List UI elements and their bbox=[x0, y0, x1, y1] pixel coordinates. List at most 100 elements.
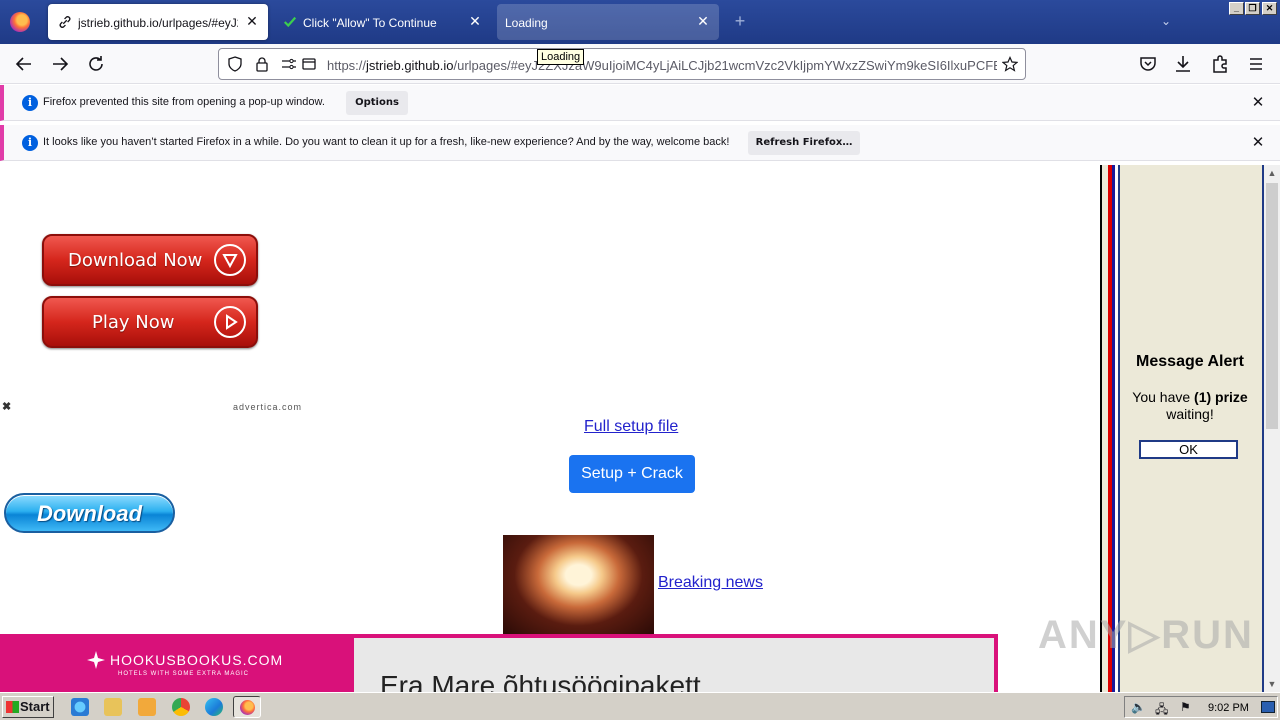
alert-title: Message Alert bbox=[1136, 353, 1244, 370]
ad-close-icon[interactable]: ✖ bbox=[2, 400, 11, 413]
tab-label: Loading bbox=[505, 16, 548, 30]
download-icon bbox=[1176, 56, 1190, 72]
page-icon[interactable] bbox=[301, 56, 317, 72]
refresh-firefox-notification: i It looks like you haven’t started Fire… bbox=[0, 125, 1280, 161]
reload-icon bbox=[89, 56, 103, 71]
ad-content: Era Mare õhtusöögipakett bbox=[354, 638, 994, 692]
tab-close-icon[interactable]: ✕ bbox=[695, 13, 711, 29]
taskbar-clock: 9:02 PM bbox=[1208, 702, 1249, 714]
tab-close-icon[interactable]: ✕ bbox=[244, 13, 260, 29]
alert-ok-button[interactable]: OK bbox=[1139, 440, 1238, 459]
hookusbookus-logo-icon bbox=[87, 651, 105, 669]
tab-urlpages[interactable]: jstrieb.github.io/urlpages/#eyJ2Z ✕ bbox=[48, 4, 268, 40]
refresh-firefox-button[interactable]: Refresh Firefox… bbox=[748, 131, 860, 155]
tab-label: jstrieb.github.io/urlpages/#eyJ2Z bbox=[78, 16, 238, 30]
blue-download-label: Download bbox=[36, 501, 143, 526]
network-icon[interactable]: 🖧 bbox=[1155, 700, 1168, 721]
notification-text: It looks like you haven’t started Firefo… bbox=[43, 136, 730, 148]
chrome-icon[interactable] bbox=[172, 698, 190, 716]
page-scrollbar[interactable]: ▲ ▼ bbox=[1264, 165, 1280, 692]
volume-icon[interactable]: 🔈 bbox=[1131, 700, 1146, 714]
ad-brand: HOOKUSBOOKUS.COM bbox=[110, 652, 284, 668]
checkmark-icon bbox=[283, 16, 297, 28]
list-all-tabs-icon[interactable]: ⌄ bbox=[1157, 14, 1175, 30]
download-now-button[interactable]: Download Now bbox=[42, 234, 258, 286]
hotel-ad-banner[interactable]: HOOKUSBOOKUS.COM HOTELS WITH SOME EXTRA … bbox=[0, 634, 998, 692]
loading-tooltip: Loading bbox=[537, 49, 585, 65]
tab-click-allow[interactable]: Click "Allow" To Continue ✕ bbox=[273, 4, 491, 40]
triangle-down-icon bbox=[214, 244, 246, 276]
extensions-button[interactable] bbox=[1208, 52, 1232, 76]
ad-tagline: HOTELS WITH SOME EXTRA MAGIC bbox=[118, 671, 250, 677]
setup-crack-button[interactable]: Setup + Crack bbox=[569, 455, 695, 493]
blue-download-button[interactable]: Download bbox=[4, 493, 175, 533]
url-path: /urlpages/#eyJ2ZXJzaW9uIjoiMC4yLjAiLCJjb… bbox=[453, 58, 997, 73]
info-icon: i bbox=[22, 95, 38, 111]
page-content: Download Now Play Now ✖ advertica.com Fu… bbox=[0, 165, 1100, 692]
minimize-button[interactable]: _ bbox=[1229, 2, 1244, 15]
explosion-image[interactable] bbox=[503, 535, 654, 635]
firefox-taskbar-button[interactable] bbox=[233, 696, 261, 718]
media-player-icon[interactable] bbox=[138, 698, 156, 716]
play-now-button[interactable]: Play Now bbox=[42, 296, 258, 348]
alert-text-bold: (1) prize bbox=[1194, 389, 1248, 405]
forward-button[interactable] bbox=[48, 52, 72, 76]
reload-button[interactable] bbox=[84, 52, 108, 76]
navigation-toolbar: https://jstrieb.github.io/urlpages/#eyJ2… bbox=[0, 44, 1280, 84]
flag-icon[interactable]: ⚑ bbox=[1180, 700, 1191, 714]
info-icon: i bbox=[22, 135, 38, 151]
url-host: jstrieb.github.io bbox=[366, 58, 454, 73]
firefox-logo-icon[interactable] bbox=[10, 12, 30, 32]
app-menu-button[interactable] bbox=[1244, 52, 1268, 76]
link-icon bbox=[59, 16, 71, 28]
advertica-label: advertica.com bbox=[233, 402, 303, 412]
tracking-protection-shield-icon[interactable] bbox=[227, 56, 243, 72]
close-notification-icon[interactable]: ✕ bbox=[1250, 95, 1266, 111]
edge-icon[interactable] bbox=[205, 698, 223, 716]
show-desktop-icon[interactable] bbox=[1261, 701, 1275, 713]
bookmark-star-icon[interactable] bbox=[1002, 56, 1018, 72]
close-window-button[interactable]: ✕ bbox=[1262, 2, 1277, 15]
system-tray: 🔈 🖧 ⚑ bbox=[1124, 696, 1278, 718]
alert-text-suffix: waiting! bbox=[1166, 406, 1214, 422]
file-explorer-icon[interactable] bbox=[104, 698, 122, 716]
ad-headline: Era Mare õhtusöögipakett bbox=[380, 670, 701, 692]
scroll-up-icon[interactable]: ▲ bbox=[1264, 165, 1280, 181]
scroll-down-icon[interactable]: ▼ bbox=[1264, 676, 1280, 692]
new-tab-button[interactable]: + bbox=[730, 12, 750, 32]
close-notification-icon[interactable]: ✕ bbox=[1250, 135, 1266, 151]
pocket-button[interactable] bbox=[1136, 52, 1160, 76]
back-button[interactable] bbox=[12, 52, 36, 76]
anyrun-watermark: ANY▷RUN bbox=[1038, 613, 1254, 657]
pocket-icon bbox=[1140, 57, 1156, 71]
url-bar[interactable]: https://jstrieb.github.io/urlpages/#eyJ2… bbox=[218, 48, 1026, 80]
start-label: Start bbox=[20, 699, 50, 714]
firefox-icon bbox=[240, 700, 255, 715]
download-now-label: Download Now bbox=[68, 250, 203, 271]
notification-text: Firefox prevented this site from opening… bbox=[43, 96, 325, 108]
full-setup-file-link[interactable]: Full setup file bbox=[584, 418, 678, 436]
internet-explorer-icon[interactable] bbox=[71, 698, 89, 716]
play-icon bbox=[214, 306, 246, 338]
alert-message: You have (1) prize waiting! bbox=[1122, 389, 1258, 423]
start-button[interactable]: Start bbox=[2, 696, 54, 718]
lock-icon[interactable] bbox=[254, 56, 270, 72]
windows-taskbar: Start 🔈 🖧 ⚑ 9:02 PM bbox=[0, 692, 1280, 720]
breaking-news-link[interactable]: Breaking news bbox=[658, 574, 763, 592]
maximize-button[interactable]: ❐ bbox=[1245, 2, 1260, 15]
tab-close-icon[interactable]: ✕ bbox=[467, 13, 483, 29]
popup-blocked-notification: i Firefox prevented this site from openi… bbox=[0, 85, 1280, 121]
forward-arrow-icon bbox=[53, 57, 69, 71]
tab-strip: jstrieb.github.io/urlpages/#eyJ2Z ✕ Clic… bbox=[0, 0, 1280, 44]
puzzle-icon bbox=[1213, 55, 1227, 73]
tab-loading[interactable]: Loading ✕ bbox=[497, 4, 719, 40]
scrollbar-thumb[interactable] bbox=[1266, 183, 1278, 429]
downloads-button[interactable] bbox=[1171, 52, 1195, 76]
tab-label: Click "Allow" To Continue bbox=[303, 16, 437, 30]
url-text[interactable]: https://jstrieb.github.io/urlpages/#eyJ2… bbox=[327, 58, 997, 74]
play-now-label: Play Now bbox=[92, 312, 175, 333]
permissions-icon[interactable] bbox=[281, 56, 297, 72]
windows-logo-icon bbox=[6, 701, 19, 713]
options-button[interactable]: Options bbox=[346, 91, 408, 115]
url-scheme: https:// bbox=[327, 58, 367, 73]
